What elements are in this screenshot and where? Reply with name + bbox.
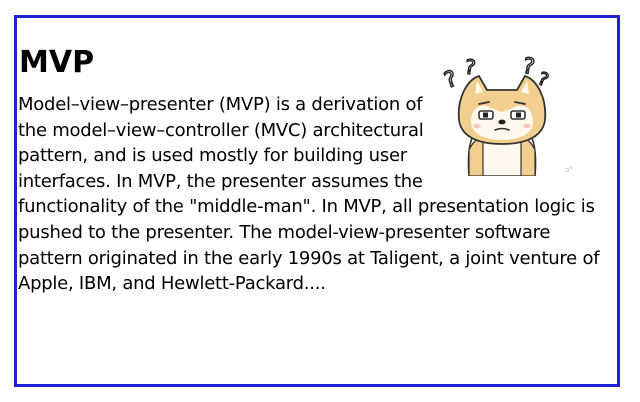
svg-text:?: ?: [521, 54, 537, 81]
svg-text:?: ?: [441, 66, 460, 93]
article-card: MVP ? ? ? ? ?: [14, 15, 620, 387]
confused-shiba-dog-icon: ? ? ? ? ?: [437, 50, 587, 176]
image-watermark: o°: [565, 166, 573, 174]
svg-text:?: ?: [463, 54, 477, 79]
